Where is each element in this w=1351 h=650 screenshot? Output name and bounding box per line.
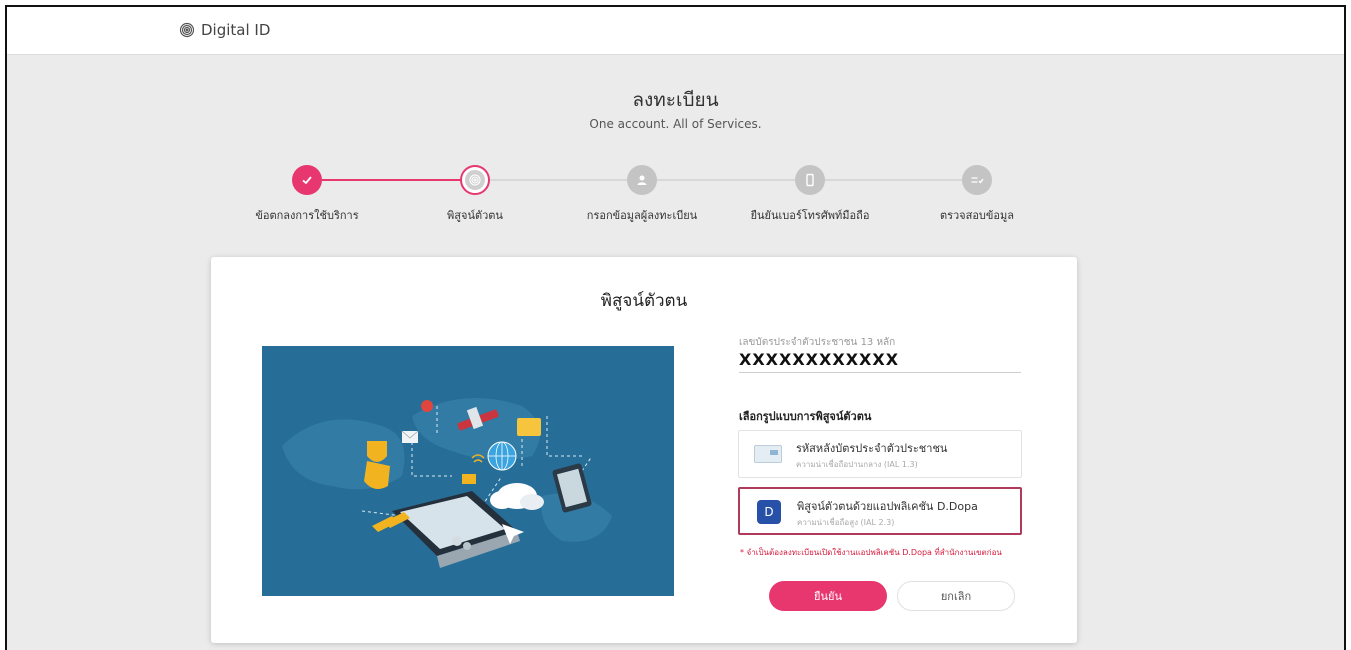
step-1-indicator [292, 165, 322, 195]
option-ddopa-app[interactable]: D พิสูจน์ตัวตนด้วยแอปพลิเคชัน D.Dopa ควา… [738, 487, 1022, 535]
brand-name: Digital ID [201, 21, 271, 39]
person-icon [637, 175, 647, 185]
cancel-button[interactable]: ยกเลิก [897, 581, 1015, 611]
ddopa-icon-letter: D [757, 500, 781, 524]
check-icon [302, 176, 312, 185]
id-number-label: เลขบัตรประจำตัวประชาชน 13 หลัก [739, 337, 896, 348]
verification-method-label: เลือกรูปแบบการพิสูจน์ตัวตน [739, 410, 872, 423]
page-frame: Digital ID ลงทะเบียน One account. All of… [5, 5, 1346, 650]
step-label-phone-verify: ยืนยันเบอร์โทรศัพท์มือถือ [750, 209, 870, 222]
id-card-icon [753, 440, 783, 468]
confirm-button[interactable]: ยืนยัน [769, 581, 887, 611]
step-label-verify-identity: พิสูจน์ตัวตน [447, 209, 503, 222]
option-subtitle: ความน่าเชื่อถือปานกลาง (IAL 1.3) [796, 460, 918, 469]
step-3-indicator [627, 165, 657, 195]
ddopa-app-icon: D [754, 498, 784, 526]
id-number-input[interactable] [739, 349, 1021, 369]
identity-card: พิสูจน์ตัวตน เลขบัตรประจำตัวประชาชน 13 ห… [211, 257, 1077, 643]
progress-line-done [307, 179, 475, 181]
step-label-registrant-info: กรอกข้อมูลผู้ลงทะเบียน [586, 209, 698, 222]
step-label-terms: ข้อตกลงการใช้บริการ [255, 209, 359, 222]
brand[interactable]: Digital ID [179, 21, 270, 39]
step-4-indicator [795, 165, 825, 195]
id-number-underline [739, 372, 1021, 373]
option-subtitle: ความน่าเชื่อถือสูง (IAL 2.3) [797, 518, 895, 527]
progress-line-todo [475, 179, 977, 181]
option-card-back-code[interactable]: รหัสหลังบัตรประจำตัวประชาชน ความน่าเชื่อ… [738, 430, 1022, 478]
fingerprint-icon [469, 174, 481, 186]
card-title: พิสูจน์ตัวตน [600, 291, 688, 311]
page-subtitle: One account. All of Services. [589, 117, 762, 131]
fingerprint-icon [179, 22, 195, 38]
network-security-illustration [282, 398, 612, 568]
registration-warning: * จำเป็นต้องลงทะเบียนเปิดใช้งานแอปพลิเคช… [740, 548, 1002, 557]
step-5-indicator [962, 165, 992, 195]
page-title: ลงทะเบียน [632, 89, 719, 111]
option-title: รหัสหลังบัตรประจำตัวประชาชน [796, 442, 948, 455]
option-title: พิสูจน์ตัวตนด้วยแอปพลิเคชัน D.Dopa [797, 500, 978, 513]
phone-icon [806, 173, 814, 187]
top-bar: Digital ID [7, 7, 1344, 55]
list-check-icon [971, 177, 984, 184]
step-label-review: ตรวจสอบข้อมูล [939, 209, 1015, 222]
step-2-indicator [460, 165, 490, 195]
security-illustration [262, 346, 674, 596]
